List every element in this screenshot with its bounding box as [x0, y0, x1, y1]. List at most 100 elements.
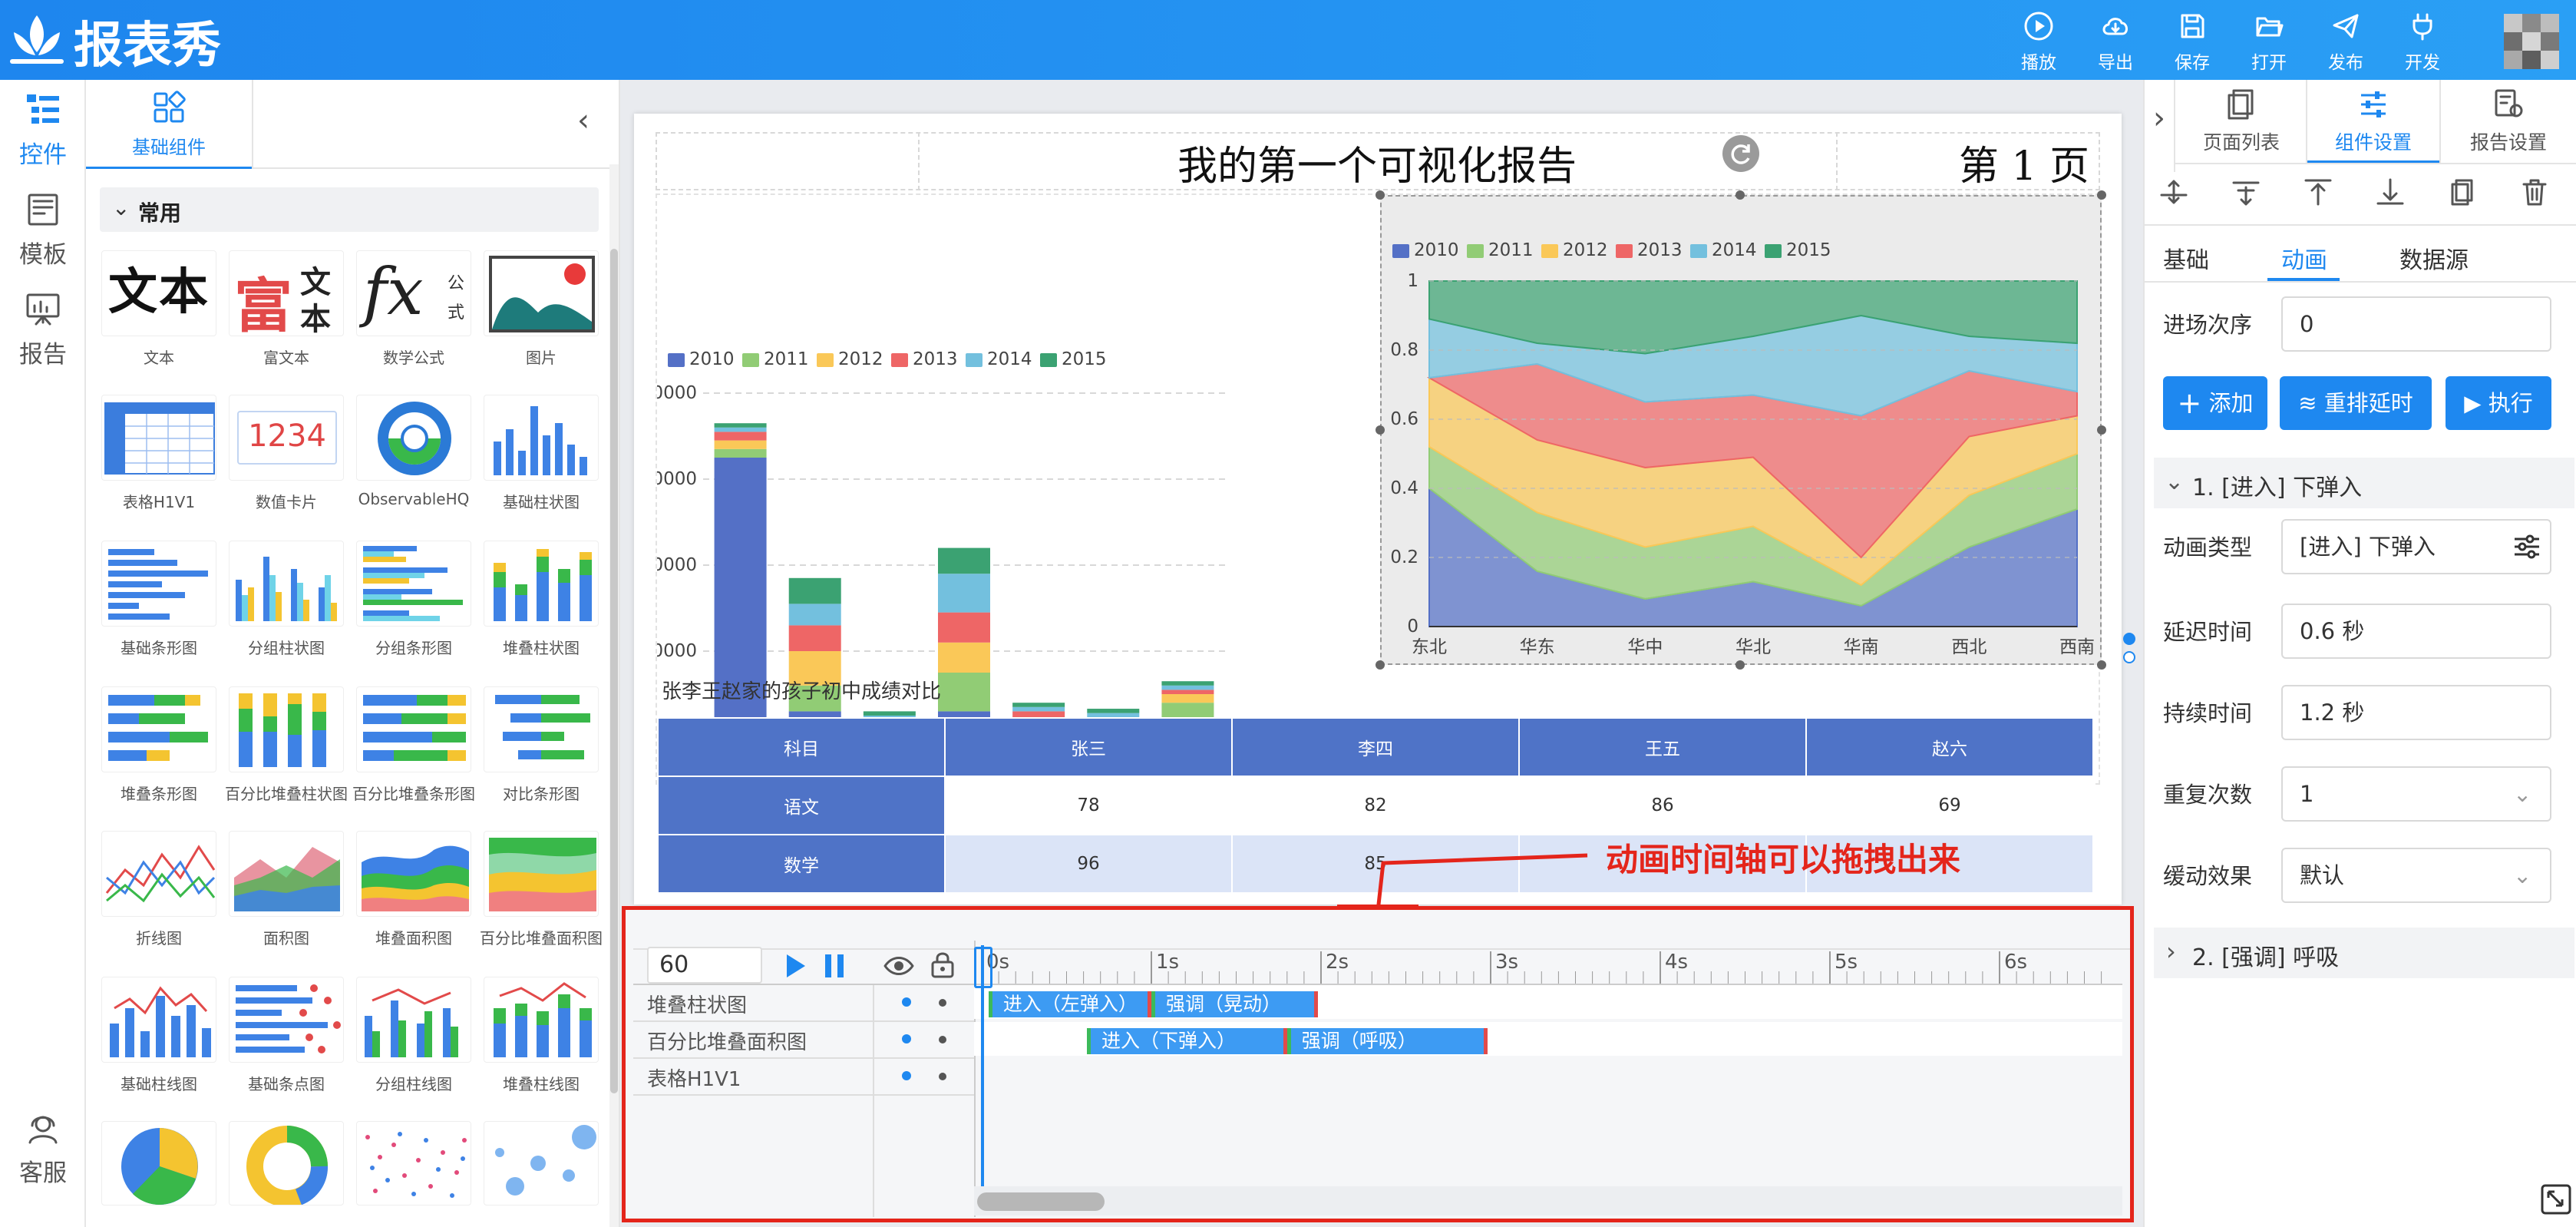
tab-report-settings[interactable]: 报告设置 [2439, 80, 2576, 163]
legend-swatch[interactable] [1467, 244, 1484, 258]
animation-section-2[interactable]: › 2. [强调] 呼吸 [2154, 928, 2574, 978]
legend-label[interactable]: 2011 [1488, 240, 1534, 260]
easing-select[interactable]: 默认 ⌄ [2281, 848, 2551, 903]
track-label[interactable]: 表格H1V1 [647, 1063, 741, 1092]
track-label[interactable]: 百分比堆叠面积图 [647, 1027, 807, 1055]
pause-icon[interactable] [822, 953, 847, 979]
component-stacked-area[interactable] [356, 831, 471, 917]
legend-swatch[interactable] [1616, 244, 1633, 258]
component-grouped-bar-line[interactable] [356, 977, 471, 1063]
resize-handle[interactable] [1376, 190, 1385, 200]
resize-handle[interactable] [2097, 660, 2106, 670]
tab-page-list[interactable]: 页面列表 [2177, 80, 2307, 163]
component-bubble[interactable] [484, 1121, 599, 1206]
expand-chevron-icon[interactable]: › [2145, 80, 2175, 172]
tab-component-settings[interactable]: 组件设置 [2307, 80, 2439, 163]
resize-handle[interactable] [1376, 425, 1385, 435]
duration-input[interactable]: 1.2 秒 [2281, 685, 2551, 740]
component-percent-stacked-area[interactable] [484, 831, 599, 917]
subtab-basic[interactable]: 基础 [2163, 241, 2209, 275]
resize-handle[interactable] [2097, 190, 2106, 200]
bar-segment[interactable] [714, 448, 767, 458]
bar-segment[interactable] [1012, 706, 1065, 712]
publish-button[interactable]: 发布 [2311, 11, 2380, 74]
user-avatar[interactable] [2504, 14, 2559, 69]
bar-segment[interactable] [938, 547, 990, 574]
lock-dot[interactable] [939, 999, 946, 1007]
percent-stacked-area-chart[interactable]: 2010 2011 2012 2013 2014 2015 0 0.2 0.4 0.6 0.8 1 东… [1382, 197, 2103, 666]
bar-segment[interactable] [788, 604, 841, 626]
legend-label[interactable]: 2014 [987, 349, 1032, 369]
component-observablehq[interactable] [356, 395, 471, 481]
lock-icon[interactable] [930, 950, 956, 979]
bar-segment[interactable] [1012, 703, 1065, 707]
legend-swatch[interactable] [817, 353, 834, 367]
animation-section-1[interactable]: ⌄ 1. [进入] 下弹入 [2154, 458, 2574, 508]
nav-item-templates[interactable]: 模板 [0, 190, 86, 270]
bar-segment[interactable] [1161, 694, 1214, 703]
bar-segment[interactable] [714, 423, 767, 428]
component-basic-bar[interactable] [484, 395, 599, 481]
open-button[interactable]: 打开 [2234, 11, 2304, 74]
visible-dot[interactable] [902, 1071, 911, 1080]
legend-label[interactable]: 2015 [1062, 349, 1107, 369]
component-line[interactable] [101, 831, 216, 917]
resize-handle[interactable] [2097, 425, 2106, 435]
bar-segment[interactable] [714, 432, 767, 441]
fps-input[interactable]: 60 [647, 947, 762, 984]
legend-swatch[interactable] [891, 353, 908, 367]
component-bar-dot[interactable] [229, 977, 344, 1063]
palette-scrollbar[interactable] [609, 164, 619, 1227]
play-button[interactable]: 播放 [2004, 11, 2073, 74]
component-grouped-hbar[interactable] [356, 541, 471, 627]
play-icon[interactable] [784, 953, 808, 979]
animation-clip[interactable]: 进入（下弹入） [1087, 1028, 1287, 1054]
fullscreen-icon[interactable] [2541, 1184, 2571, 1215]
component-text[interactable]: 文本 [101, 250, 216, 336]
resize-handle[interactable] [1735, 660, 1745, 670]
legend-swatch[interactable] [1392, 244, 1409, 258]
selected-area-chart-frame[interactable]: 2010 2011 2012 2013 2014 2015 0 0.2 0.4 0.6 0.8 1 东… [1380, 195, 2102, 665]
bar-segment[interactable] [863, 711, 916, 716]
lock-dot[interactable] [939, 1073, 946, 1080]
lock-dot[interactable] [939, 1036, 946, 1043]
legend-swatch[interactable] [1541, 244, 1558, 258]
legend-swatch[interactable] [1040, 353, 1057, 367]
timeline-scroll-thumb[interactable] [977, 1192, 1105, 1211]
component-image[interactable] [484, 250, 599, 336]
delay-input[interactable]: 0.6 秒 [2281, 604, 2551, 659]
animation-clip[interactable]: 进入（左弹入） [988, 991, 1151, 1017]
add-animation-button[interactable]: + 添加 [2163, 376, 2267, 430]
legend-swatch[interactable] [742, 353, 759, 367]
bar-segment[interactable] [1087, 709, 1140, 713]
legend-swatch[interactable] [1765, 244, 1782, 258]
palette-scroll-thumb[interactable] [610, 249, 618, 1093]
collapse-chevron-icon[interactable]: ‹ [577, 103, 608, 141]
legend-label[interactable]: 2014 [1712, 240, 1757, 260]
legend-swatch[interactable] [1690, 244, 1707, 258]
legend-label[interactable]: 2011 [764, 349, 809, 369]
component-grouped-bar[interactable] [229, 541, 344, 627]
copy-icon[interactable] [2447, 177, 2478, 207]
timeline-scrollbar[interactable] [974, 1186, 2122, 1215]
bar-segment[interactable] [714, 427, 767, 432]
align-middle-icon[interactable] [2158, 177, 2189, 207]
playhead-handle[interactable] [974, 947, 992, 988]
bar-segment[interactable] [1161, 681, 1214, 686]
component-bar-line[interactable] [101, 977, 216, 1063]
rotate-handle-icon[interactable] [1722, 135, 1759, 172]
bar-segment[interactable] [938, 642, 990, 673]
legend-label[interactable]: 2013 [1637, 240, 1683, 260]
section-common[interactable]: ⌄ 常用 [100, 187, 599, 232]
tab-basic-components[interactable]: 基础组件 [86, 80, 252, 169]
legend-label[interactable]: 2010 [1414, 240, 1459, 260]
component-number-card[interactable]: 1234 [229, 395, 344, 481]
subtab-datasource[interactable]: 数据源 [2399, 241, 2469, 275]
component-donut[interactable] [229, 1121, 344, 1206]
legend-swatch[interactable] [966, 353, 983, 367]
component-richtext[interactable]: 富 文 本 [229, 250, 344, 336]
animation-clip[interactable]: 强调（呼吸） [1286, 1028, 1488, 1054]
component-scatter[interactable] [356, 1121, 471, 1206]
app-logo[interactable]: 报表秀 [8, 6, 238, 74]
component-stacked-bar-line[interactable] [484, 977, 599, 1063]
